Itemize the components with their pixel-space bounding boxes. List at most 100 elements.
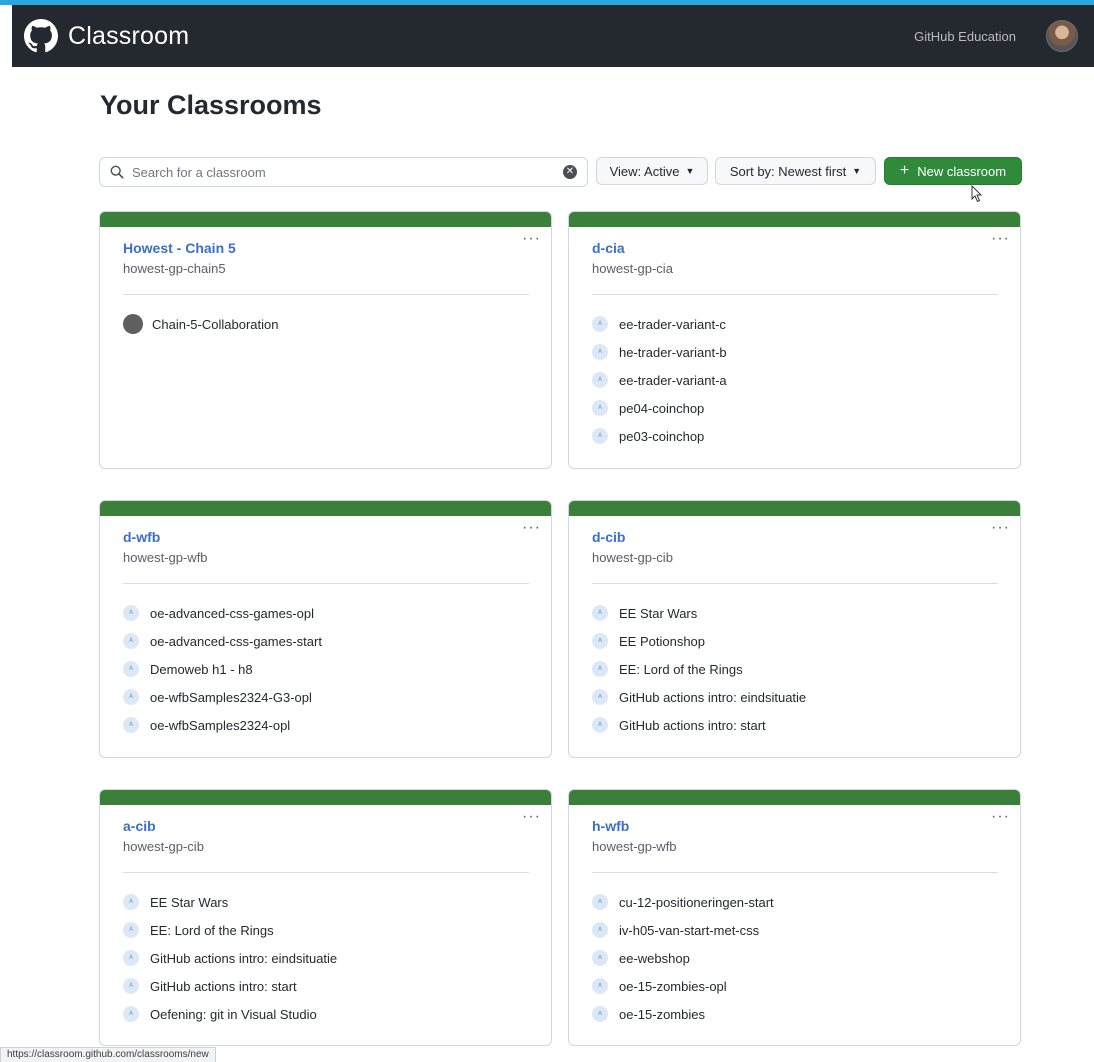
individual-assignment-icon: ᴬ xyxy=(592,633,608,649)
assignment-item[interactable]: ᴬ ee-webshop xyxy=(592,944,774,972)
assignment-name: GitHub actions intro: eindsituatie xyxy=(619,689,807,705)
assignment-item[interactable]: ᴬ EE: Lord of the Rings xyxy=(592,655,806,683)
github-logo-icon xyxy=(24,19,58,53)
classroom-card[interactable]: ··· h-wfb howest-gp-wfb ᴬ cu-12-positione… xyxy=(568,789,1021,1046)
individual-assignment-icon: ᴬ xyxy=(123,950,139,966)
assignment-name: oe-wfbSamples2324-opl xyxy=(150,717,291,733)
assignment-list: ᴬ oe-advanced-css-games-opl ᴬ oe-advanced-… xyxy=(123,599,322,739)
assignment-name: GitHub actions intro: start xyxy=(619,717,766,733)
classroom-card[interactable]: ··· Howest - Chain 5 howest-gp-chain5 Ch… xyxy=(99,211,552,469)
classroom-card[interactable]: ··· a-cib howest-gp-cib ᴬ EE Star Wars ᴬE… xyxy=(99,789,552,1046)
assignment-item[interactable]: ᴬ oe-15-zombies xyxy=(592,1000,774,1028)
new-classroom-label: New classroom xyxy=(917,163,1007,179)
assignment-item[interactable]: ᴬ iv-h05-van-start-met-css xyxy=(592,916,774,944)
view-filter-label: View: Active xyxy=(609,163,680,179)
individual-assignment-icon: ᴬ xyxy=(123,717,139,733)
sort-label: Sort by: Newest first xyxy=(729,163,847,179)
assignment-name: oe-advanced-css-games-start xyxy=(150,633,322,649)
assignment-list: ᴬ EE Star Wars ᴬ EE: Lord of the Rings ᴬ Gi… xyxy=(123,888,337,1028)
clear-search-icon[interactable]: ✕ xyxy=(563,165,577,179)
assignment-item[interactable]: ᴬ oe-advanced-css-games-opl xyxy=(123,599,322,627)
card-color-band xyxy=(569,501,1020,516)
assignment-item[interactable]: ᴬ Demoweb h1 - h8 xyxy=(123,655,322,683)
card-divider xyxy=(592,294,998,295)
classroom-org: howest-gp-wfb xyxy=(123,550,208,565)
brand-link[interactable]: Classroom xyxy=(24,19,189,53)
more-options-icon[interactable]: ··· xyxy=(991,809,1010,825)
individual-assignment-icon: ᴬ xyxy=(592,717,608,733)
assignment-item[interactable]: ᴬ ee-trader-variant-c xyxy=(592,310,727,338)
assignment-item[interactable]: ᴬ oe-wfbSamples2324-opl xyxy=(123,711,322,739)
github-education-link[interactable]: GitHub Education xyxy=(914,29,1016,44)
classroom-org: howest-gp-wfb xyxy=(592,839,677,854)
classroom-org: howest-gp-cib xyxy=(123,839,204,854)
assignment-name: cu-12-positioneringen-start xyxy=(619,894,774,910)
more-options-icon[interactable]: ··· xyxy=(991,520,1010,536)
classroom-title[interactable]: Howest - Chain 5 xyxy=(123,240,236,256)
individual-assignment-icon: ᴬ xyxy=(592,894,608,910)
assignment-item[interactable]: ᴬ cu-12-positioneringen-start xyxy=(592,888,774,916)
assignment-item[interactable]: ᴬ GitHub actions intro: start xyxy=(123,972,337,1000)
page-title: Your Classrooms xyxy=(100,90,322,120)
assignment-item[interactable]: ᴬ ee-trader-variant-a xyxy=(592,366,727,394)
assignment-name: iv-h05-van-start-met-css xyxy=(619,922,760,938)
group-assignment-icon xyxy=(123,314,143,334)
sort-button[interactable]: Sort by: Newest first ▼ xyxy=(715,157,876,185)
assignment-item[interactable]: ᴬ EE Star Wars xyxy=(123,888,337,916)
classroom-title[interactable]: d-wfb xyxy=(123,529,160,545)
search-box: ✕ xyxy=(99,157,588,187)
assignment-name: GitHub actions intro: eindsituatie xyxy=(150,950,338,966)
assignment-item[interactable]: ᴬ oe-15-zombies-opl xyxy=(592,972,774,1000)
assignment-item[interactable]: ᴬ oe-wfbSamples2324-G3-opl xyxy=(123,683,322,711)
assignment-item[interactable]: Chain-5-Collaboration xyxy=(123,310,278,338)
classroom-card[interactable]: ··· d-cia howest-gp-cia ᴬ ee-trader-varia… xyxy=(568,211,1021,469)
assignment-item[interactable]: ᴬ GitHub actions intro: eindsituatie xyxy=(123,944,337,972)
individual-assignment-icon: ᴬ xyxy=(123,978,139,994)
individual-assignment-icon: ᴬ xyxy=(592,922,608,938)
classroom-card[interactable]: ··· d-cib howest-gp-cib ᴬ EE Star Wars ᴬE… xyxy=(568,500,1021,758)
classroom-card[interactable]: ··· d-wfb howest-gp-wfb ᴬ oe-advanced-css… xyxy=(99,500,552,758)
assignment-name: pe04-coinchop xyxy=(619,400,705,416)
classroom-toolbar: ✕ View: Active ▼ Sort by: Newest first ▼… xyxy=(99,157,1022,187)
card-divider xyxy=(123,294,529,295)
assignment-item[interactable]: ᴬ EE Star Wars xyxy=(592,599,806,627)
classroom-title[interactable]: a-cib xyxy=(123,818,156,834)
individual-assignment-icon: ᴬ xyxy=(592,605,608,621)
assignment-item[interactable]: ᴬ EE: Lord of the Rings xyxy=(123,916,337,944)
more-options-icon[interactable]: ··· xyxy=(522,809,541,825)
user-avatar[interactable] xyxy=(1046,20,1078,52)
more-options-icon[interactable]: ··· xyxy=(991,231,1010,247)
more-options-icon[interactable]: ··· xyxy=(522,520,541,536)
new-classroom-button[interactable]: + New classroom xyxy=(884,157,1022,185)
assignment-list: ᴬ ee-trader-variant-c ᴬ he-trader-variant-… xyxy=(592,310,727,450)
view-filter-button[interactable]: View: Active ▼ xyxy=(596,157,708,185)
assignment-name: EE Potionshop xyxy=(619,633,706,649)
more-options-icon[interactable]: ··· xyxy=(522,231,541,247)
assignment-item[interactable]: ᴬ oe-advanced-css-games-start xyxy=(123,627,322,655)
assignment-name: EE: Lord of the Rings xyxy=(150,922,274,938)
assignment-name: oe-15-zombies xyxy=(619,1006,705,1022)
assignment-name: ee-trader-variant-a xyxy=(619,372,727,388)
classroom-title[interactable]: d-cib xyxy=(592,529,625,545)
assignment-item[interactable]: ᴬ pe04-coinchop xyxy=(592,394,727,422)
assignment-item[interactable]: ᴬ he-trader-variant-b xyxy=(592,338,727,366)
assignment-name: oe-wfbSamples2324-G3-opl xyxy=(150,689,312,705)
assignment-item[interactable]: ᴬ Oefening: git in Visual Studio xyxy=(123,1000,337,1028)
assignment-name: he-trader-variant-b xyxy=(619,344,727,360)
assignment-item[interactable]: ᴬ pe03-coinchop xyxy=(592,422,727,450)
assignment-item[interactable]: ᴬ EE Potionshop xyxy=(592,627,806,655)
card-divider xyxy=(592,583,998,584)
classroom-title[interactable]: d-cia xyxy=(592,240,625,256)
assignment-name: EE Star Wars xyxy=(619,605,698,621)
assignment-item[interactable]: ᴬ GitHub actions intro: eindsituatie xyxy=(592,683,806,711)
individual-assignment-icon: ᴬ xyxy=(592,344,608,360)
search-input[interactable] xyxy=(130,163,563,181)
classroom-title[interactable]: h-wfb xyxy=(592,818,629,834)
individual-assignment-icon: ᴬ xyxy=(123,605,139,621)
card-divider xyxy=(592,872,998,873)
individual-assignment-icon: ᴬ xyxy=(592,400,608,416)
assignment-name: Demoweb h1 - h8 xyxy=(150,661,253,677)
individual-assignment-icon: ᴬ xyxy=(123,1006,139,1022)
assignment-item[interactable]: ᴬ GitHub actions intro: start xyxy=(592,711,806,739)
chevron-down-icon: ▼ xyxy=(685,166,695,176)
